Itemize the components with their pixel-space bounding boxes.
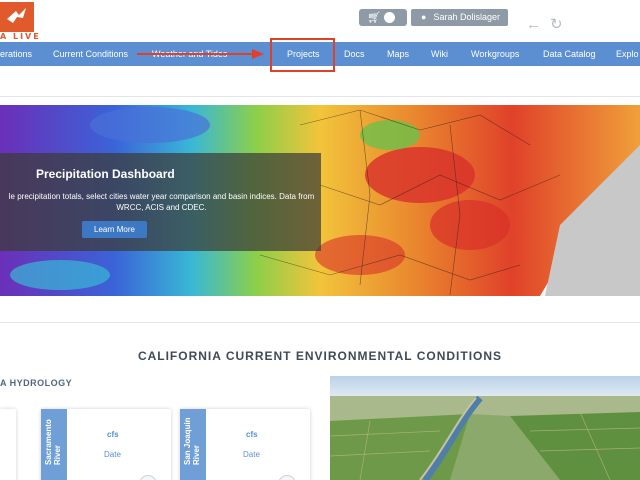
nav-item-current-conditions[interactable]: Current Conditions [53,42,128,66]
header: A LIVE 🛒︎ ● Sarah Dolislager ← ↻ [0,0,640,42]
card-button[interactable] [139,475,157,480]
nav-item-wiki[interactable]: Wiki [431,42,448,66]
nav-item-operations[interactable]: erations [0,42,32,66]
nav-item-workgroups[interactable]: Workgroups [471,42,519,66]
nav-item-data-catalog[interactable]: Data Catalog [543,42,596,66]
flow-date: Date [243,450,260,459]
annotation-highlight-box [270,38,335,72]
user-menu-button[interactable]: ● Sarah Dolislager [411,9,508,26]
dashboard-description: le precipitation totals, select cities w… [8,192,315,212]
aerial-photo-image [330,376,640,480]
aerial-photo [330,376,640,480]
nav-item-explore[interactable]: Explo [616,42,639,66]
hydrology-title: A HYDROLOGY [0,378,73,388]
dashboard-title: Precipitation Dashboard [36,167,175,181]
logo-text: A LIVE [0,32,41,41]
hydrology-card[interactable]: Sacramento River cfs Date [41,409,171,480]
divider [0,96,640,97]
dashboard-overlay: Precipitation Dashboard le precipitation… [0,153,321,251]
flow-unit: cfs [107,430,119,439]
logo-bird-icon [7,8,26,23]
hero-banner: Precipitation Dashboard le precipitation… [0,105,640,296]
back-arrow-icon[interactable]: ← [526,16,541,33]
flow-date: Date [104,450,121,459]
cart-count-badge [384,12,395,23]
annotation-arrow-head [252,49,264,59]
history-controls: ← ↻ [526,15,572,33]
user-name: Sarah Dolislager [433,12,501,22]
logo[interactable] [0,2,34,32]
learn-more-button[interactable]: Learn More [82,221,147,238]
hydrology-card[interactable]: San Joaquin River cfs Date [180,409,310,480]
refresh-icon[interactable]: ↻ [550,16,563,33]
user-icon: ● [421,12,427,22]
divider [0,322,640,323]
river-name: San Joaquin River [183,417,201,465]
page: A LIVE 🛒︎ ● Sarah Dolislager ← ↻ erations… [0,0,640,480]
hydrology-card-partial [0,409,16,480]
section-title: CALIFORNIA CURRENT ENVIRONMENTAL CONDITI… [137,349,503,363]
nav-item-maps[interactable]: Maps [387,42,409,66]
card-button[interactable] [278,475,296,480]
river-name: Sacramento River [44,419,62,465]
nav-item-docs[interactable]: Docs [344,42,365,66]
cart-button[interactable]: 🛒︎ [359,9,407,26]
flow-unit: cfs [246,430,258,439]
cart-icon: 🛒︎ [367,12,381,24]
annotation-arrow [137,53,255,55]
